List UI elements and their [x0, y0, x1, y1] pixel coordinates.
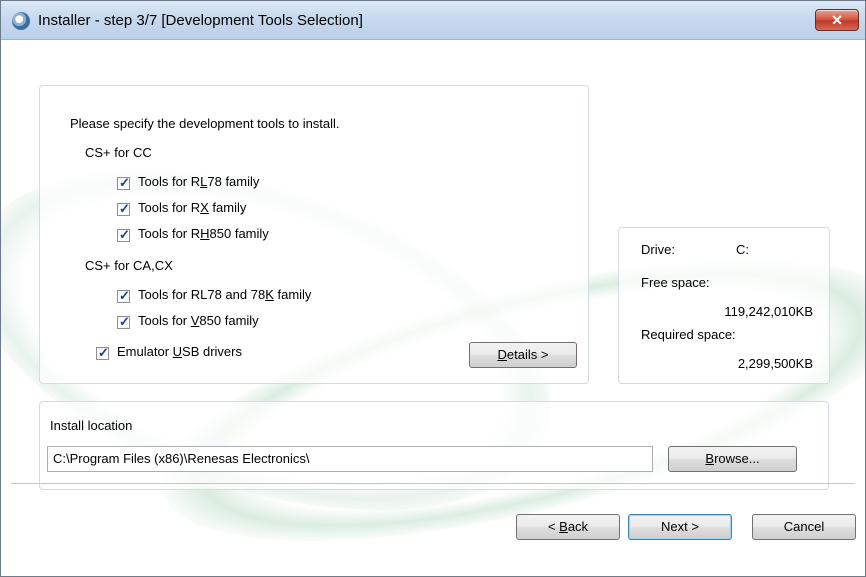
- browse-button[interactable]: Browse...: [668, 446, 797, 472]
- label-rx-family: Tools for RX family: [138, 200, 247, 215]
- group-label-cs-for-cacx: CS+ for CA,CX: [85, 258, 173, 273]
- free-space-value: 119,242,010KB: [724, 304, 813, 319]
- checkbox-emulator-usb-drivers[interactable]: [96, 345, 109, 361]
- checkbox-rl78-78k-family[interactable]: [117, 288, 130, 304]
- tools-heading: Please specify the development tools to …: [70, 116, 340, 131]
- footer-divider: [11, 483, 855, 484]
- drive-value: C:: [736, 242, 749, 257]
- label-rl78-78k-family: Tools for RL78 and 78K family: [138, 287, 312, 302]
- checkbox-rl78-family[interactable]: [117, 175, 130, 191]
- checkbox-rh850-family[interactable]: [117, 227, 130, 243]
- install-location-label: Install location: [50, 418, 133, 433]
- dialog-content: Please specify the development tools to …: [1, 40, 865, 576]
- install-location-field[interactable]: C:\Program Files (x86)\Renesas Electroni…: [47, 446, 653, 472]
- details-button[interactable]: Details >: [469, 342, 577, 368]
- installer-window: Installer - step 3/7 [Development Tools …: [0, 0, 866, 577]
- close-button[interactable]: ✕: [815, 9, 859, 31]
- label-v850-family: Tools for V850 family: [138, 313, 259, 328]
- cancel-button[interactable]: Cancel: [752, 514, 856, 540]
- label-rl78-family: Tools for RL78 family: [138, 174, 260, 189]
- checkbox-rx-family[interactable]: [117, 201, 130, 217]
- title-bar: Installer - step 3/7 [Development Tools …: [1, 1, 865, 40]
- installer-app-icon: [12, 12, 30, 30]
- checkbox-v850-family[interactable]: [117, 314, 130, 330]
- window-title: Installer - step 3/7 [Development Tools …: [38, 12, 363, 29]
- required-space-value: 2,299,500KB: [737, 356, 813, 371]
- required-space-label: Required space:: [641, 327, 736, 342]
- next-button[interactable]: Next >: [628, 514, 732, 540]
- label-rh850-family: Tools for RH850 family: [138, 226, 269, 241]
- group-label-cs-for-cc: CS+ for CC: [85, 145, 152, 160]
- drive-label: Drive:: [641, 242, 675, 257]
- free-space-label: Free space:: [641, 275, 710, 290]
- label-emulator-usb-drivers: Emulator USB drivers: [117, 344, 242, 359]
- back-button[interactable]: < Back: [516, 514, 620, 540]
